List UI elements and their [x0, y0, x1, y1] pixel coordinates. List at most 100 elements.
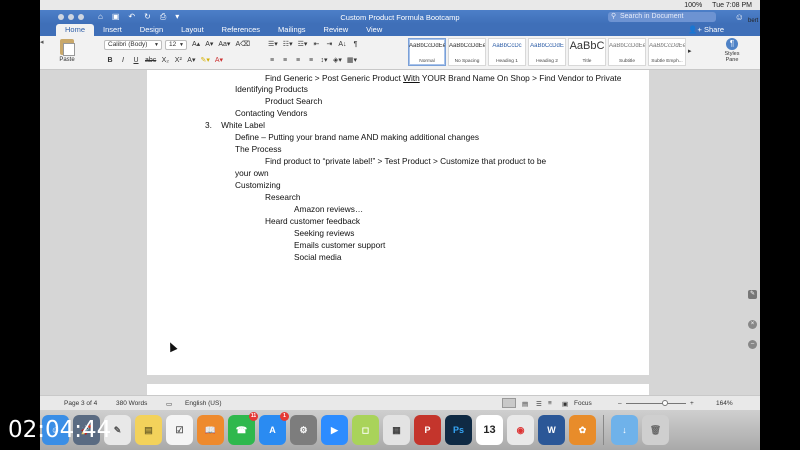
shrink-font-icon[interactable]: A▾: [205, 40, 213, 48]
style-subtle-emphasis[interactable]: AaBbCcDdEe Subtle Emph...: [648, 38, 686, 66]
notes-icon[interactable]: ▤: [135, 415, 162, 445]
trash-icon[interactable]: 🗑: [642, 415, 669, 445]
justify-icon[interactable]: ≡: [307, 57, 315, 64]
document-page[interactable]: Find Generic > Post Generic Product With…: [147, 70, 649, 375]
styles-gallery-arrow-icon[interactable]: ▸: [688, 38, 692, 68]
user-account-icon[interactable]: ☺: [735, 12, 744, 22]
bullets-icon[interactable]: ☰▾: [268, 40, 278, 48]
style-no-spacing[interactable]: AaBbCcDdEe No Spacing: [448, 38, 486, 66]
superscript-icon[interactable]: X²: [174, 57, 182, 64]
tab-design[interactable]: Design: [131, 24, 172, 36]
page-count[interactable]: Page 3 of 4: [64, 400, 97, 407]
redo-icon[interactable]: ↻: [144, 12, 151, 22]
align-right-icon[interactable]: ≡: [294, 57, 302, 64]
language-status[interactable]: English (US): [185, 400, 221, 407]
style-name: Heading 2: [536, 59, 558, 64]
photos-icon[interactable]: ✿: [569, 415, 596, 445]
document-page-next[interactable]: [147, 384, 649, 395]
close-icon[interactable]: ×: [748, 320, 757, 329]
chrome-icon[interactable]: ◉: [507, 415, 534, 445]
highlight-icon[interactable]: ✎▾: [200, 56, 209, 64]
proofing-icon[interactable]: ▭: [166, 400, 172, 408]
menubar-clock[interactable]: Tue 7:08 PM: [712, 2, 752, 9]
text-effects-icon[interactable]: A▾: [187, 56, 195, 64]
focus-label[interactable]: Focus: [574, 400, 592, 407]
minus-icon[interactable]: –: [748, 340, 757, 349]
zoom-slider[interactable]: [626, 403, 686, 404]
subscript-icon[interactable]: X₂: [161, 57, 169, 64]
print-layout-icon[interactable]: [502, 398, 516, 408]
zoom-app-icon[interactable]: ▶: [321, 415, 348, 445]
reminders-icon[interactable]: ☑: [166, 415, 193, 445]
document-area[interactable]: Find Generic > Post Generic Product With…: [40, 70, 760, 395]
paste-button[interactable]: Paste: [56, 39, 78, 67]
sort-icon[interactable]: A↓: [338, 41, 346, 48]
focus-icon[interactable]: ▣: [562, 400, 568, 408]
bold-icon[interactable]: B: [106, 57, 114, 64]
tab-review[interactable]: Review: [315, 24, 358, 36]
home-icon[interactable]: ⌂: [98, 12, 103, 22]
draft-icon[interactable]: ≡: [548, 400, 552, 407]
grow-font-icon[interactable]: A▴: [192, 40, 200, 48]
decrease-indent-icon[interactable]: ⇤: [312, 40, 320, 48]
word-count[interactable]: 380 Words: [116, 400, 147, 407]
clear-formatting-icon[interactable]: A⌫: [235, 40, 250, 48]
show-marks-icon[interactable]: ¶: [352, 41, 360, 48]
style-subtitle[interactable]: AaBbCcDdEe Subtitle: [608, 38, 646, 66]
tab-references[interactable]: References: [213, 24, 269, 36]
downloads-folder-icon[interactable]: ↓: [611, 415, 638, 445]
numbering-icon[interactable]: ☷▾: [283, 40, 293, 48]
search-input[interactable]: ⚲ Search in Document: [608, 12, 716, 22]
style-normal[interactable]: AaBbCcDdEe Normal: [408, 38, 446, 66]
minimize-window-button[interactable]: [68, 14, 74, 20]
word-icon[interactable]: W: [538, 415, 565, 445]
undo-icon[interactable]: ↶: [128, 12, 135, 22]
italic-icon[interactable]: I: [119, 57, 127, 64]
font-color-icon[interactable]: A▾: [215, 56, 223, 64]
zoom-level[interactable]: 164%: [716, 400, 733, 407]
zoom-in-icon[interactable]: +: [690, 400, 694, 407]
pen-icon[interactable]: ✎: [748, 290, 757, 299]
zoom-window-button[interactable]: [78, 14, 84, 20]
multilevel-list-icon[interactable]: ☲▾: [298, 40, 308, 48]
share-button[interactable]: 👤+ Share: [688, 25, 724, 34]
style-title[interactable]: AaBbC Title: [568, 38, 606, 66]
styles-pane-button[interactable]: ¶ Styles Pane: [718, 38, 746, 63]
powerpoint-icon[interactable]: P: [414, 415, 441, 445]
style-heading-2[interactable]: AaBbCcDdE Heading 2: [528, 38, 566, 66]
change-case-icon[interactable]: Aa▾: [218, 40, 230, 48]
tab-mailings[interactable]: Mailings: [269, 24, 315, 36]
shading-icon[interactable]: ◈▾: [333, 56, 342, 64]
save-icon[interactable]: ▣: [112, 12, 120, 22]
align-left-icon[interactable]: ≡: [268, 57, 276, 64]
system-preferences-icon[interactable]: ⚙: [290, 415, 317, 445]
align-center-icon[interactable]: ≡: [281, 57, 289, 64]
zoom-slider-thumb[interactable]: [662, 400, 668, 406]
tab-home[interactable]: Home: [56, 24, 95, 36]
sidebar-toggle-icon[interactable]: ◂: [40, 38, 48, 58]
zoom-out-icon[interactable]: –: [618, 400, 622, 407]
borders-icon[interactable]: ▦▾: [347, 56, 357, 64]
strikethrough-icon[interactable]: abc: [145, 57, 156, 64]
tab-view[interactable]: View: [357, 24, 391, 36]
books-icon[interactable]: 📖: [197, 415, 224, 445]
line-spacing-icon[interactable]: ↕▾: [320, 56, 328, 64]
font-size-select[interactable]: 12 ▼: [165, 40, 187, 50]
tab-insert[interactable]: Insert: [94, 24, 131, 36]
style-heading-1[interactable]: AaBbCcDc Heading 1: [488, 38, 526, 66]
photoshop-icon[interactable]: Ps: [445, 415, 472, 445]
web-layout-icon[interactable]: ▤: [522, 400, 528, 408]
increase-indent-icon[interactable]: ⇥: [325, 40, 333, 48]
calculator-icon[interactable]: ▦: [383, 415, 410, 445]
app-store-icon[interactable]: A1: [259, 412, 289, 445]
camtasia-icon[interactable]: ◻: [352, 415, 379, 445]
font-name-select[interactable]: Calibri (Body) ▼: [104, 40, 162, 50]
facetime-icon[interactable]: ☎ 11: [228, 412, 258, 445]
underline-icon[interactable]: U: [132, 57, 140, 64]
customize-chevron-down-icon[interactable]: ▾: [175, 12, 179, 22]
close-window-button[interactable]: [58, 14, 64, 20]
calendar-icon[interactable]: 13: [476, 415, 503, 445]
tab-layout[interactable]: Layout: [172, 24, 213, 36]
print-icon[interactable]: ⎙: [160, 12, 166, 22]
outline-icon[interactable]: ☰: [536, 400, 542, 408]
